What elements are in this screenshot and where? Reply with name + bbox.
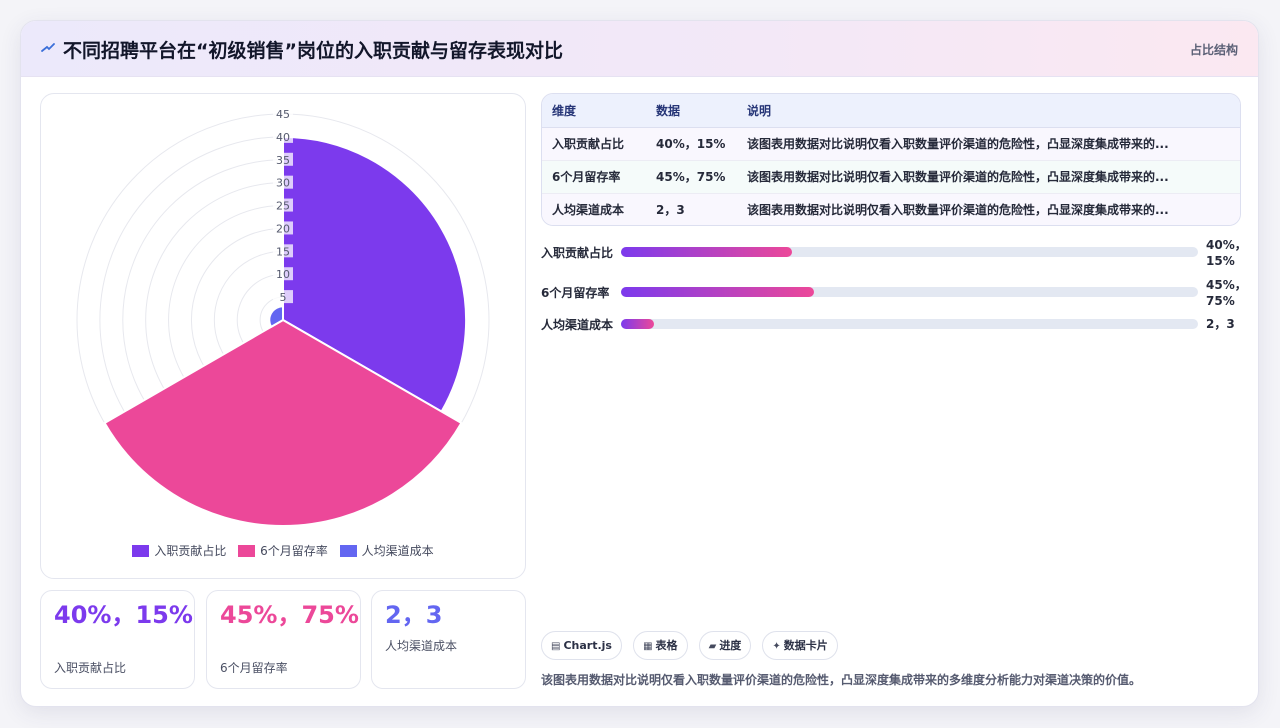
progress-label: 人均渠道成本 (541, 318, 614, 332)
legend-label: 入职贡献占比 (154, 544, 227, 558)
legend-item-retention[interactable]: 6个月留存率 (238, 542, 328, 559)
stat-card-contribution: 40%，15% 入职贡献占比 (40, 590, 195, 689)
table-cell: 该图表用数据对比说明仅看入职数量评价渠道的危险性，凸显深度集成带来的... (737, 127, 1240, 161)
progress-row-contribution: 入职贡献占比 40%，15% (541, 235, 1247, 269)
progress-track (621, 287, 1198, 297)
table-cell: 该图表用数据对比说明仅看入职数量评价渠道的危险性，凸显深度集成带来的... (737, 160, 1240, 194)
chip-label: Chart.js (563, 639, 612, 652)
tick-label: 25 (276, 200, 290, 213)
tick-label: 35 (276, 154, 290, 167)
stat-card-cost: 2，3 人均渠道成本 (371, 590, 526, 689)
page-title: 不同招聘平台在“初级销售”岗位的入职贡献与留存表现对比 (63, 40, 563, 62)
chart-type-tag: 占比结构 (1189, 43, 1238, 57)
stat-label: 入职贡献占比 (54, 661, 127, 675)
chip-chartjs[interactable]: ▤ Chart.js (541, 631, 622, 660)
progress-value: 2，3 (1206, 317, 1235, 331)
table-cell: 40%，15% (646, 127, 737, 161)
table-icon: ▦ (643, 641, 653, 652)
legend-swatch (132, 545, 150, 557)
progress-fill (621, 247, 792, 257)
feature-chips: ▤ Chart.js ▦ 表格 ▰ 进度 ✦ 数据卡片 (541, 631, 844, 661)
tick-label: 10 (276, 268, 290, 281)
tick-label: 40 (276, 131, 290, 144)
table-cell: 人均渠道成本 (542, 193, 646, 225)
progress-row-retention: 6个月留存率 45%，75% (541, 275, 1247, 309)
tick-label: 15 (276, 245, 290, 258)
tick-label: 30 (276, 177, 290, 190)
progress-fill (621, 287, 815, 297)
polar-area-svg: 5 10 15 20 25 30 35 40 45 (76, 107, 490, 527)
chip-label: 进度 (719, 639, 742, 652)
data-table: 维度 数据 说明 入职贡献占比 40%，15% 该图表用数据对比说明仅看入职数量… (541, 93, 1241, 226)
legend-item-cost[interactable]: 人均渠道成本 (339, 542, 434, 559)
table-cell: 该图表用数据对比说明仅看入职数量评价渠道的危险性，凸显深度集成带来的... (737, 193, 1240, 225)
legend-swatch (339, 545, 357, 557)
header: 不同招聘平台在“初级销售”岗位的入职贡献与留存表现对比 占比结构 (21, 21, 1258, 77)
chart-legend: 入职贡献占比 6个月留存率 人均渠道成本 (41, 542, 525, 559)
progress-label: 入职贡献占比 (541, 246, 614, 260)
report-card: 不同招聘平台在“初级销售”岗位的入职贡献与留存表现对比 占比结构 5 10 15 20… (20, 20, 1259, 707)
column-header: 说明 (737, 94, 1240, 128)
table-cell: 2，3 (646, 193, 737, 225)
stat-value: 45%，75% (220, 601, 359, 629)
stat-value: 2，3 (385, 601, 443, 629)
stat-label: 人均渠道成本 (385, 639, 458, 653)
progress-track (621, 319, 1198, 329)
chartjs-icon: ▤ (551, 641, 561, 652)
legend-swatch (238, 545, 256, 557)
progress-track (621, 247, 1198, 257)
table-row: 6个月留存率 45%，75% 该图表用数据对比说明仅看入职数量评价渠道的危险性，… (542, 160, 1240, 194)
chip-label: 数据卡片 (783, 639, 828, 652)
summary-note: 该图表用数据对比说明仅看入职数量评价渠道的危险性，凸显深度集成带来的多维度分析能… (541, 673, 1142, 687)
sparkle-icon (41, 43, 55, 52)
chip-table[interactable]: ▦ 表格 (633, 631, 688, 660)
column-header: 数据 (646, 94, 737, 128)
stat-label: 6个月留存率 (220, 661, 288, 675)
progress-value: 40%，15% (1206, 238, 1247, 268)
stat-card-retention: 45%，75% 6个月留存率 (206, 590, 361, 689)
tick-label: 5 (280, 291, 287, 304)
progress-row-cost: 人均渠道成本 2，3 (541, 307, 1241, 341)
table-header-row: 维度 数据 说明 (542, 94, 1240, 128)
table-row: 入职贡献占比 40%，15% 该图表用数据对比说明仅看入职数量评价渠道的危险性，… (542, 127, 1240, 161)
legend-label: 6个月留存率 (260, 544, 328, 558)
chip-progress[interactable]: ▰ 进度 (698, 631, 752, 660)
legend-item-contribution[interactable]: 入职贡献占比 (132, 542, 226, 559)
table-cell: 6个月留存率 (542, 160, 646, 194)
tick-label: 45 (276, 108, 290, 121)
column-header: 维度 (542, 94, 646, 128)
progress-icon: ▰ (708, 641, 717, 652)
table-row: 人均渠道成本 2，3 该图表用数据对比说明仅看入职数量评价渠道的危险性，凸显深度… (542, 193, 1240, 225)
chip-label: 表格 (655, 639, 678, 652)
progress-fill (621, 319, 655, 329)
stat-value: 40%，15% (54, 601, 193, 629)
table-cell: 45%，75% (646, 160, 737, 194)
progress-value: 45%，75% (1206, 278, 1247, 308)
legend-label: 人均渠道成本 (361, 544, 434, 558)
chip-data-card[interactable]: ✦ 数据卡片 (762, 631, 838, 660)
polar-area-chart: 5 10 15 20 25 30 35 40 45 入职贡献占比 6个月留存率 人均渠道成本 (40, 93, 526, 579)
progress-label: 6个月留存率 (541, 286, 610, 300)
tick-label: 20 (276, 222, 290, 235)
table-cell: 入职贡献占比 (542, 127, 646, 161)
sparkle-icon: ✦ (772, 641, 781, 652)
